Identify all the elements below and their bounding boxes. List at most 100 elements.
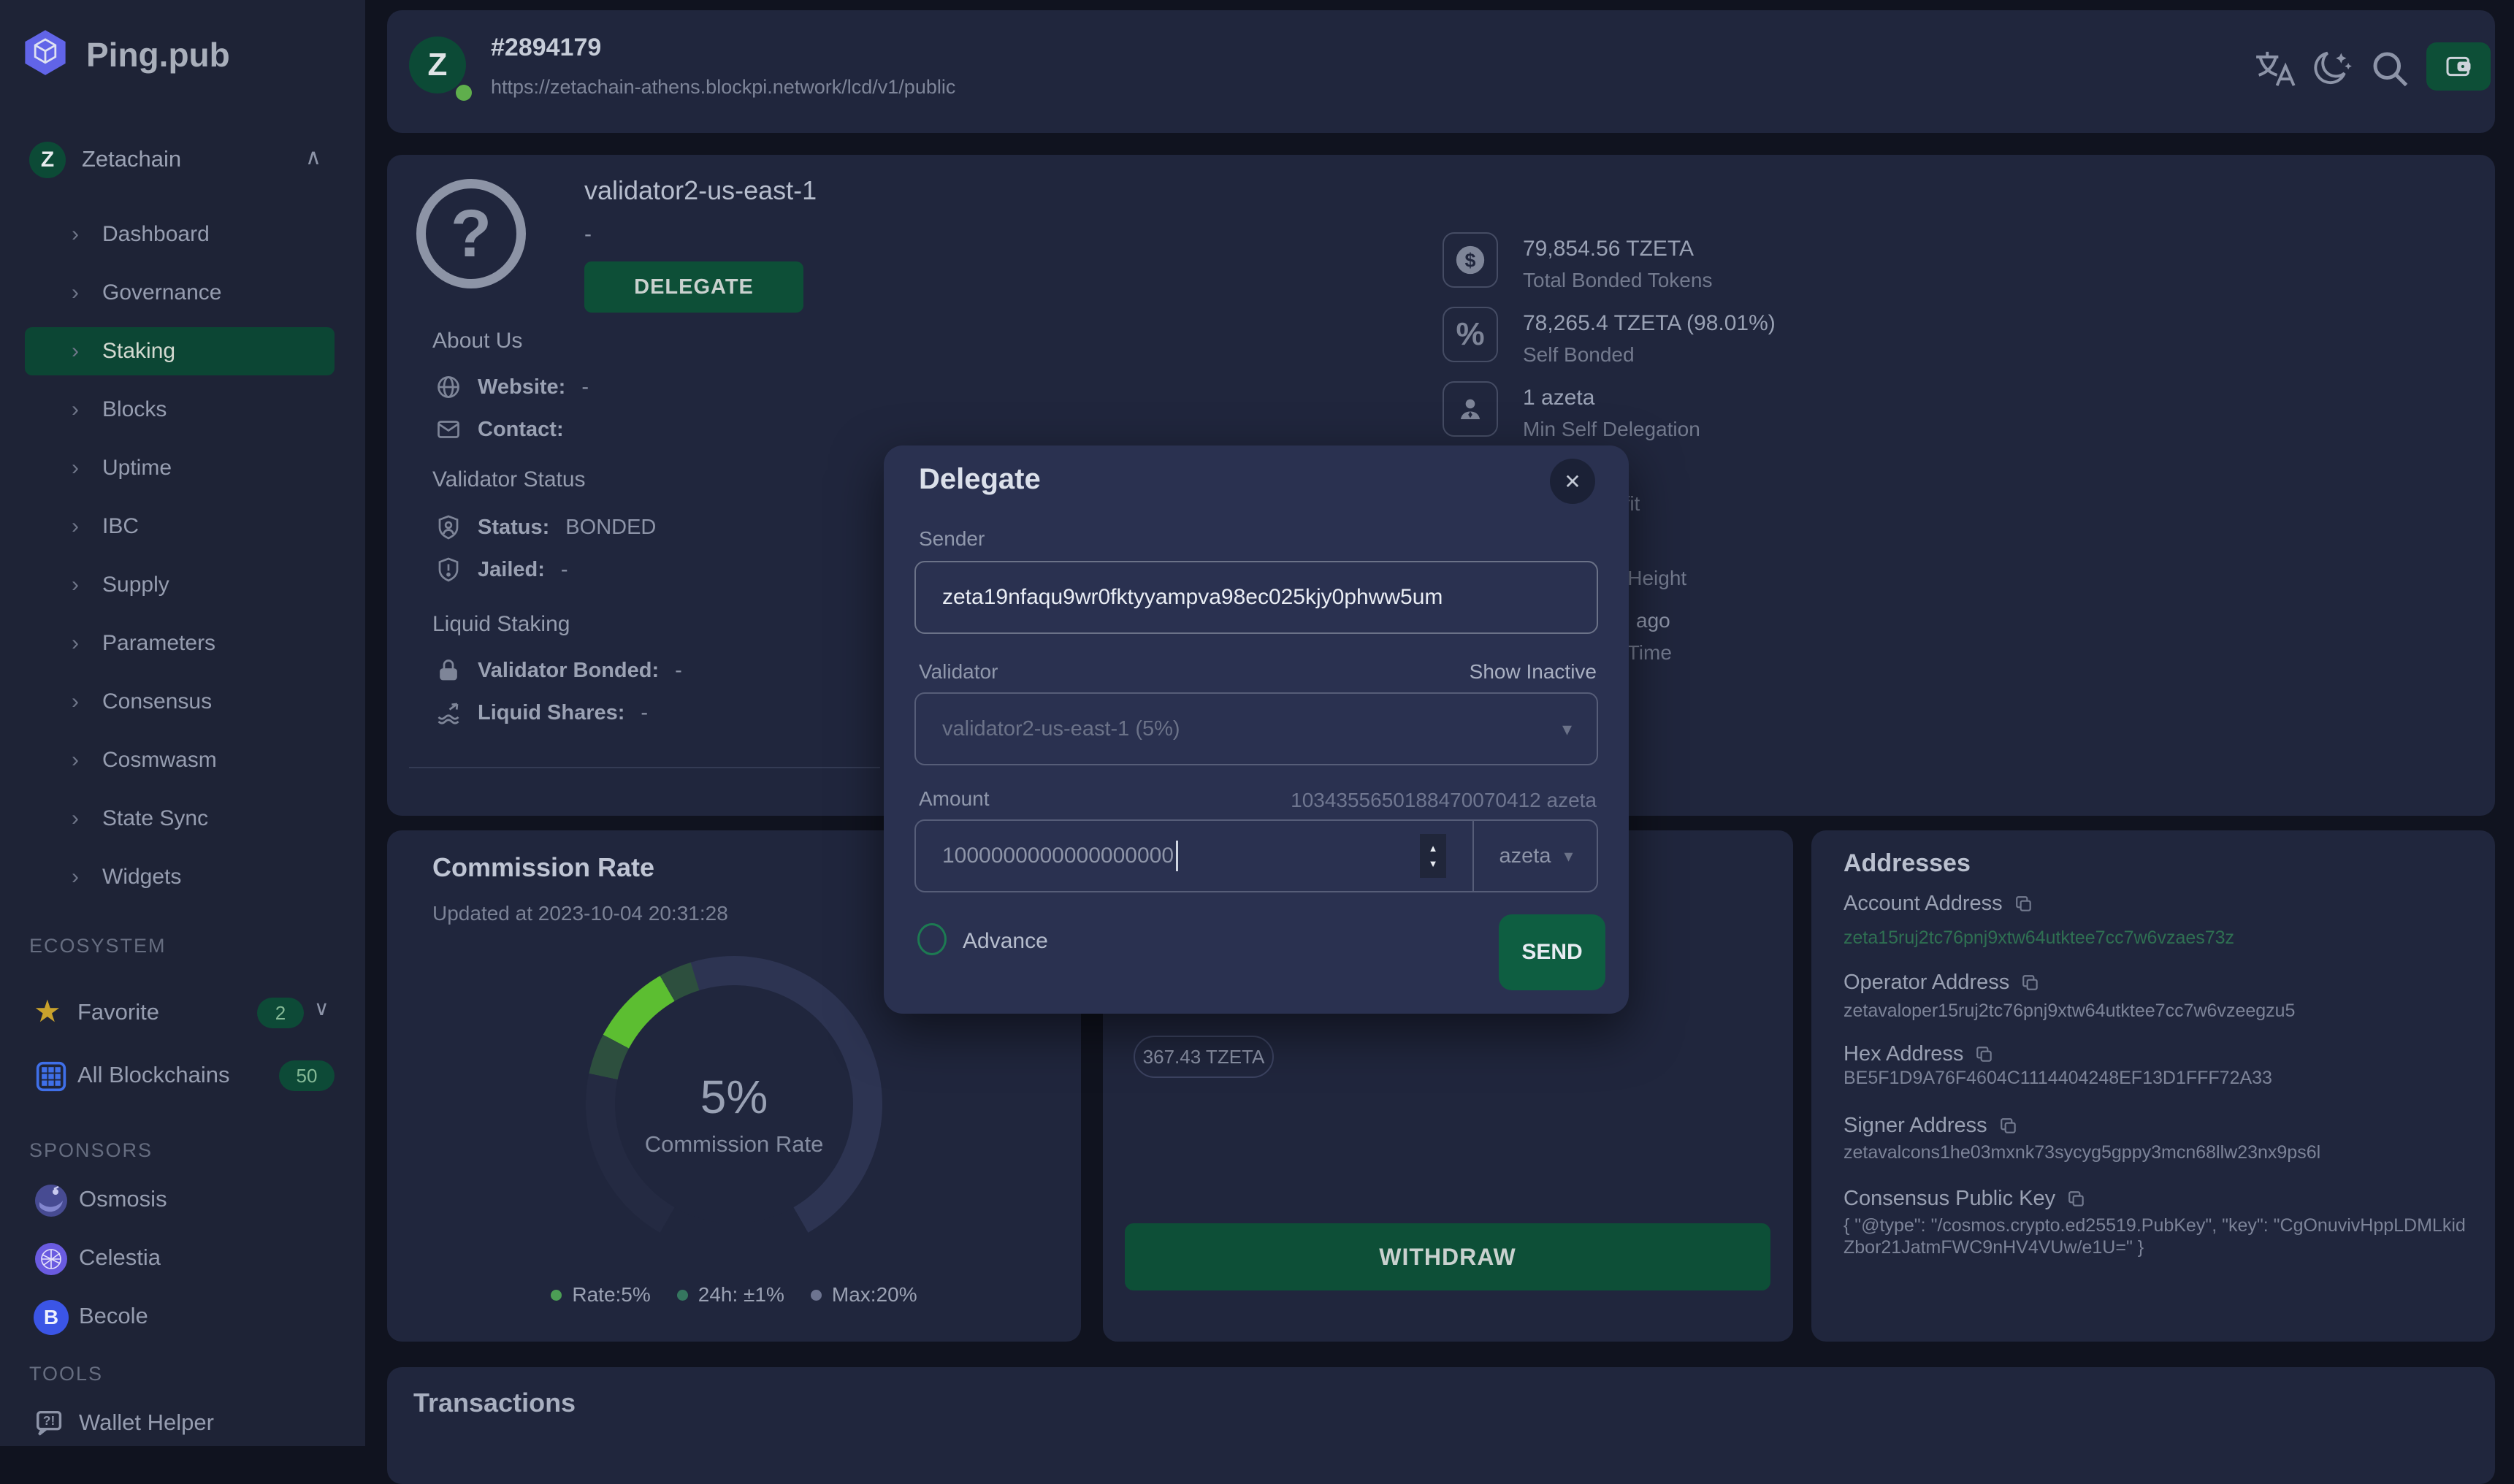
stat-label: Total Bonded Tokens <box>1523 269 1712 292</box>
sidebar-item-governance[interactable]: ›Governance <box>25 269 335 317</box>
pingpub-logo-icon <box>20 28 70 77</box>
copy-icon[interactable] <box>2014 895 2033 914</box>
contact-label: Contact: <box>478 418 564 442</box>
sidebar-item-label: Uptime <box>102 456 172 481</box>
brand-title: Ping.pub <box>86 35 230 74</box>
endpoint-url[interactable]: https://zetachain-athens.blockpi.network… <box>491 76 955 99</box>
validator-bonded-value: - <box>675 659 682 683</box>
caret-down-icon: ▾ <box>1564 846 1573 867</box>
validator-label: Validator <box>919 660 998 684</box>
sender-input[interactable]: zeta19nfaqu9wr0fktyyampva98ec025kjy0phww… <box>914 561 1598 634</box>
svg-text:$: $ <box>1465 250 1476 272</box>
sidebar-item-ibc[interactable]: ›IBC <box>25 502 335 551</box>
chain-name: Zetachain <box>82 146 181 172</box>
translate-icon[interactable] <box>2251 45 2298 92</box>
website-label: Website: <box>478 375 565 399</box>
website-value: - <box>581 375 589 399</box>
sidebar-item-state-sync[interactable]: ›State Sync <box>25 795 335 843</box>
gauge-center-value: 5% <box>387 1070 1081 1124</box>
sidebar-item-parameters[interactable]: ›Parameters <box>25 619 335 668</box>
copy-icon[interactable] <box>1999 1117 2018 1136</box>
all-blockchains-label: All Blockchains <box>77 1062 229 1088</box>
copy-icon[interactable] <box>2021 974 2040 992</box>
delegate-button[interactable]: DELEGATE <box>584 261 803 313</box>
validator-select-value: validator2-us-east-1 (5%) <box>942 717 1180 741</box>
star-icon: ★ <box>34 993 61 1029</box>
stat-value: 78,265.4 TZETA (98.01%) <box>1523 311 1776 336</box>
sidebar-item-blocks[interactable]: ›Blocks <box>25 386 335 434</box>
chevron-right-icon: › <box>72 748 79 773</box>
validator-name: validator2-us-east-1 <box>584 175 817 206</box>
chain-selector[interactable]: Z Zetachain ∧ <box>0 139 365 186</box>
sidebar-item-label: Staking <box>102 339 175 364</box>
badge-person-icon <box>435 514 462 540</box>
sidebar: Ping.pub Z Zetachain ∧ ›Dashboard ›Gover… <box>0 0 365 1446</box>
sidebar-item-label: Cosmwasm <box>102 748 217 773</box>
zetachain-logo-icon: Z <box>29 142 66 178</box>
advance-checkbox[interactable] <box>917 923 947 955</box>
number-spinner[interactable]: ▲ ▼ <box>1420 834 1446 878</box>
sponsor-item-celestia[interactable]: Celestia <box>0 1233 365 1285</box>
sidebar-item-widgets[interactable]: ›Widgets <box>25 853 335 901</box>
jailed-row: Jailed: - <box>435 556 568 583</box>
address-label-text: Hex Address <box>1844 1042 1963 1066</box>
send-button[interactable]: SEND <box>1499 914 1605 990</box>
sponsor-item-osmosis[interactable]: Osmosis <box>0 1174 365 1227</box>
sender-value: zeta19nfaqu9wr0fktyyampva98ec025kjy0phww… <box>942 585 1443 610</box>
divider <box>409 767 880 768</box>
search-icon[interactable] <box>2368 47 2412 91</box>
show-inactive-toggle[interactable]: Show Inactive <box>1470 660 1597 684</box>
dark-mode-icon[interactable] <box>2308 45 2355 92</box>
favorite-label: Favorite <box>77 999 159 1025</box>
chevron-right-icon: › <box>72 573 79 597</box>
sponsor-label: Becole <box>79 1303 148 1329</box>
legend-rate: Rate:5% <box>572 1283 650 1307</box>
copy-icon[interactable] <box>1975 1045 1994 1064</box>
validator-identity: - <box>584 222 592 247</box>
chevron-up-icon[interactable]: ∧ <box>305 145 321 170</box>
sponsor-item-becole[interactable]: B Becole <box>0 1291 365 1344</box>
sidebar-item-staking[interactable]: › Staking <box>25 327 335 375</box>
withdraw-button[interactable]: WITHDRAW <box>1125 1223 1770 1290</box>
osmosis-logo-icon <box>34 1183 69 1218</box>
validator-select[interactable]: validator2-us-east-1 (5%) ▾ <box>914 692 1598 765</box>
sidebar-item-cosmwasm[interactable]: › Cosmwasm <box>25 736 335 784</box>
stat-label: Self Bonded <box>1523 343 1635 367</box>
modal-title: Delegate <box>919 463 1041 496</box>
denom-select[interactable]: azeta ▾ <box>1474 821 1598 891</box>
chevron-right-icon: › <box>72 339 79 364</box>
grid-icon <box>35 1060 67 1093</box>
account-address-value[interactable]: zeta15ruj2tc76pnj9xtw64utktee7cc7w6vzaes… <box>1844 927 2472 949</box>
status-value: BONDED <box>565 516 656 540</box>
sidebar-item-dashboard[interactable]: ›Dashboard <box>25 210 335 259</box>
sidebar-item-all-blockchains[interactable]: All Blockchains 50 <box>0 1050 365 1103</box>
liquid-staking-title: Liquid Staking <box>432 612 570 637</box>
contact-row: Contact: <box>435 416 564 443</box>
chevron-right-icon: › <box>72 222 79 247</box>
wallet-button[interactable] <box>2426 42 2491 91</box>
copy-icon[interactable] <box>2067 1190 2086 1209</box>
sidebar-item-wallet-helper[interactable]: ?! Wallet Helper <box>0 1399 365 1452</box>
block-height: #2894179 <box>491 34 601 62</box>
chevron-right-icon: › <box>72 806 79 831</box>
legend-max: Max:20% <box>832 1283 917 1307</box>
svg-text:?!: ?! <box>43 1413 55 1428</box>
amount-input[interactable]: 1000000000000000000 <box>942 821 1178 891</box>
chevron-right-icon: › <box>72 397 79 422</box>
sidebar-item-supply[interactable]: ›Supply <box>25 561 335 609</box>
lock-icon <box>435 657 462 684</box>
person-icon <box>1443 381 1498 437</box>
commission-legend: Rate:5% 24h: ±1% Max:20% <box>387 1283 1081 1307</box>
about-us-title: About Us <box>432 329 522 353</box>
spinner-down-icon[interactable]: ▼ <box>1429 858 1438 869</box>
close-icon[interactable]: ✕ <box>1550 459 1595 504</box>
celestia-logo-icon <box>34 1242 69 1277</box>
chevron-right-icon: › <box>72 514 79 539</box>
spinner-up-icon[interactable]: ▲ <box>1429 843 1438 854</box>
sidebar-item-favorite[interactable]: ★ Favorite 2 ∨ <box>0 987 365 1040</box>
sidebar-item-label: Parameters <box>102 631 215 656</box>
sidebar-item-uptime[interactable]: ›Uptime <box>25 444 335 492</box>
legend-dot-24h <box>677 1290 688 1301</box>
favorite-count-badge: 2 <box>257 998 304 1028</box>
sidebar-item-consensus[interactable]: ›Consensus <box>25 678 335 726</box>
